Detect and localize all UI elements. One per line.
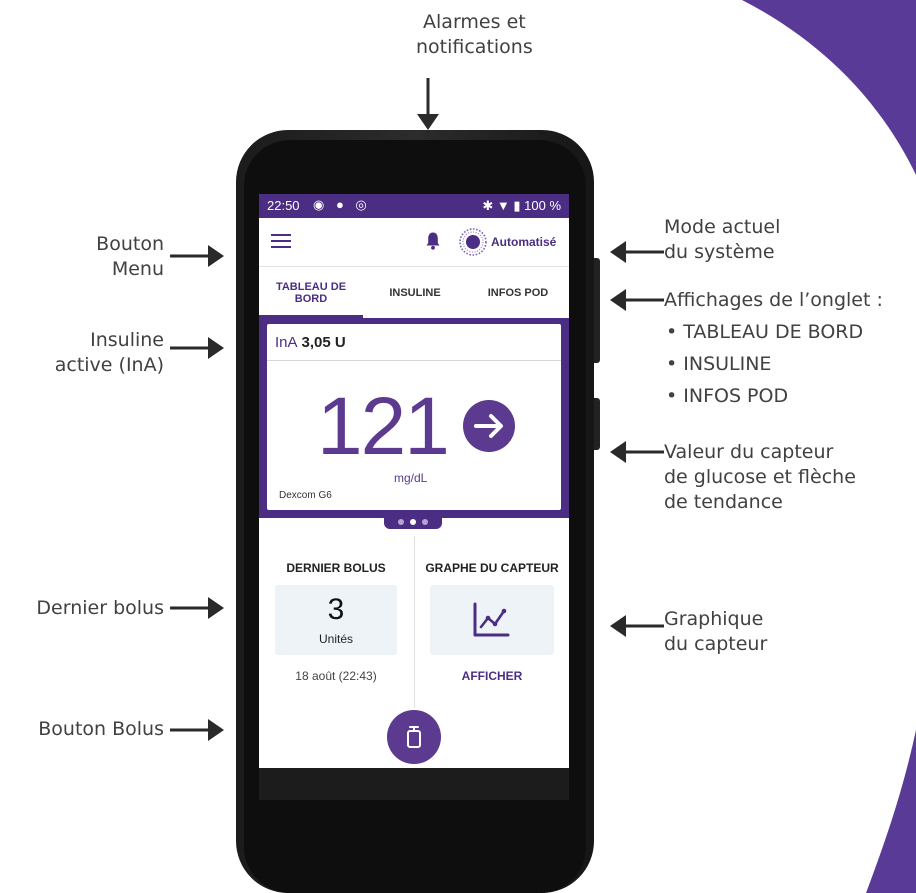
tab-dashboard[interactable]: TABLEAU DE BORD — [259, 267, 363, 319]
last-bolus-unit: Unités — [318, 632, 353, 646]
status-right-info: ✱ ▼ ▮ 100 % — [482, 198, 561, 213]
bolus-icon — [407, 726, 421, 748]
glucose-value: 121 — [317, 381, 450, 472]
annotation-last-bolus: Dernier bolus — [36, 596, 164, 621]
annotation-graph: Graphique du capteur — [664, 607, 767, 657]
hamburger-icon[interactable] — [271, 234, 291, 248]
annotation-graph-line1: Graphique — [664, 608, 764, 630]
annotation-menu-line2: Menu — [111, 258, 164, 280]
chart-icon — [473, 602, 510, 637]
cgm-panel: InA 3,05 U 121 mg/dL Dexcom G6 — [259, 318, 569, 518]
tab-dashboard-line1: TABLEAU DE — [275, 281, 347, 293]
bolus-button[interactable] — [387, 710, 441, 764]
mode-label[interactable]: Automatisé — [491, 235, 556, 249]
annotation-sensor-line1: Valeur du capteur — [664, 441, 834, 463]
annotation-mode-line2: du système — [664, 241, 775, 263]
status-bar: 22:50 ◉ ● ◎ ✱ ▼ ▮ 100 % — [259, 194, 569, 218]
annotation-mode-line1: Mode actuel — [664, 216, 781, 238]
page-dot — [398, 519, 404, 525]
annotation-last-bolus-text: Dernier bolus — [36, 597, 164, 619]
annotation-alarms-line1: Alarmes et — [423, 11, 526, 33]
app-bar: Automatisé — [259, 218, 569, 266]
sensor-graph-title: GRAPHE DU CAPTEUR — [425, 561, 559, 575]
sensor-name: Dexcom G6 — [279, 490, 332, 501]
status-time: 22:50 — [267, 198, 300, 213]
annotation-tabs-title: Affichages de l’onglet : — [664, 289, 883, 311]
annotation-tabs-item2: • INSULINE — [666, 353, 772, 375]
annotation-bolus-button: Bouton Bolus — [38, 717, 164, 742]
trend-arrow-icon — [463, 400, 515, 452]
last-bolus-title: DERNIER BOLUS — [286, 561, 386, 575]
annotation-mode: Mode actuel du système — [664, 215, 780, 265]
phone-screen: 22:50 ◉ ● ◎ ✱ ▼ ▮ 100 % Automatisé TABLE… — [259, 194, 569, 768]
annotation-tabs: Affichages de l’onglet : • TABLEAU DE BO… — [664, 288, 883, 409]
show-graph-button[interactable]: AFFICHER — [430, 669, 554, 683]
page-dot — [422, 519, 428, 525]
iob-label: InA — [275, 334, 298, 351]
page-indicator[interactable] — [384, 515, 442, 529]
annotation-iob-line1: Insuline — [90, 329, 164, 351]
annotation-alarms: Alarmes et notifications — [416, 10, 533, 60]
annotation-iob-line2: active (InA) — [54, 354, 164, 376]
annotation-menu-line1: Bouton — [96, 233, 164, 255]
annotation-iob: Insuline active (InA) — [55, 328, 164, 378]
divider — [267, 360, 561, 361]
annotation-menu: Bouton Menu — [96, 232, 164, 282]
tab-pod-info-label: INFOS POD — [487, 287, 549, 299]
annotation-tabs-item3: • INFOS POD — [666, 385, 789, 407]
annotation-tabs-item1: • TABLEAU DE BORD — [666, 321, 864, 343]
annotation-bolus-button-text: Bouton Bolus — [38, 718, 164, 740]
page-dot-active — [410, 519, 416, 525]
annotation-alarms-line2: notifications — [416, 36, 533, 58]
tab-dashboard-line2: BORD — [294, 293, 328, 305]
annotation-sensor-line2: de glucose et flèche — [664, 466, 856, 488]
last-bolus-card: 3 Unités — [275, 585, 397, 655]
tab-insulin-label: INSULINE — [389, 287, 441, 299]
last-bolus-date: 18 août (22:43) — [295, 669, 377, 683]
glucose-unit: mg/dL — [394, 471, 428, 485]
tab-pod-info[interactable]: INFOS POD — [467, 267, 569, 319]
automated-mode-icon[interactable] — [458, 227, 488, 257]
tab-insulin[interactable]: INSULINE — [363, 267, 467, 319]
tab-bar: TABLEAU DE BORD INSULINE INFOS POD — [259, 266, 569, 319]
insulin-on-board: InA 3,05 U — [275, 334, 346, 351]
cgm-card[interactable]: InA 3,05 U 121 mg/dL Dexcom G6 — [267, 324, 561, 510]
status-left-icons: ◉ ● ◎ — [313, 197, 371, 212]
last-bolus-value: 3 — [327, 593, 345, 626]
annotation-graph-line2: du capteur — [664, 633, 768, 655]
sensor-graph-card[interactable] — [430, 585, 554, 655]
annotation-sensor: Valeur du capteur de glucose et flèche d… — [664, 440, 856, 515]
annotation-sensor-line3: de tendance — [664, 491, 783, 513]
bell-icon[interactable] — [425, 231, 441, 251]
iob-value: 3,05 U — [301, 334, 346, 351]
